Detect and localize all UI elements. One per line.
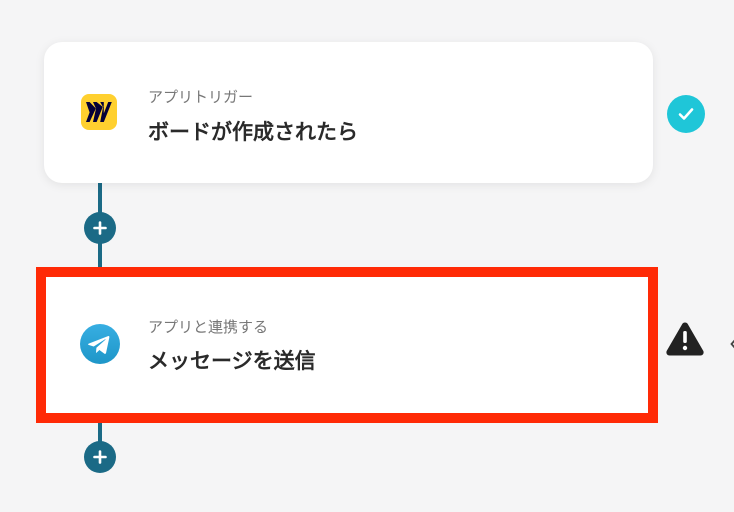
- step-type-label: アプリと連携する: [148, 318, 269, 336]
- plus-icon: [93, 450, 107, 464]
- add-step-button[interactable]: [84, 441, 116, 473]
- miro-icon: [81, 94, 117, 130]
- check-icon: [667, 95, 705, 133]
- step-title: メッセージを送信: [148, 349, 316, 373]
- collapse-arrow-icon[interactable]: [730, 334, 734, 349]
- plus-icon: [93, 221, 107, 235]
- trigger-step-card[interactable]: アプリトリガー ボードが作成されたら: [44, 42, 653, 183]
- telegram-icon: [80, 324, 120, 364]
- action-step-card-body[interactable]: アプリと連携する メッセージを送信: [46, 277, 648, 413]
- step-title: ボードが作成されたら: [148, 120, 358, 144]
- warning-icon: [665, 320, 705, 356]
- step-type-label: アプリトリガー: [148, 88, 254, 106]
- action-step-card[interactable]: アプリと連携する メッセージを送信: [36, 267, 658, 423]
- add-step-button[interactable]: [84, 212, 116, 244]
